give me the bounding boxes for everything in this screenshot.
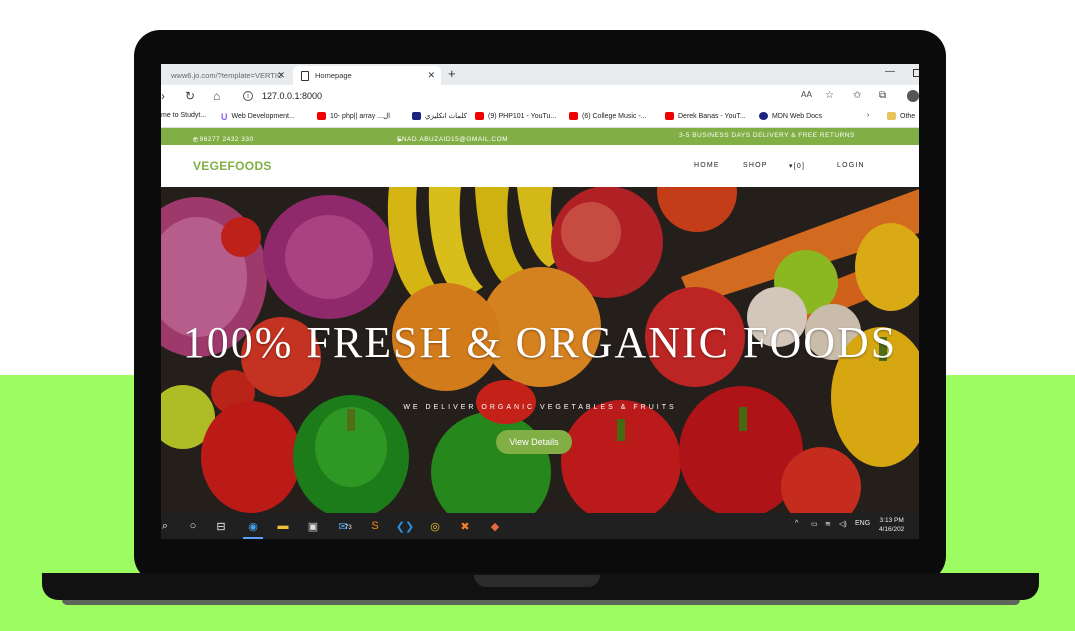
forward-icon[interactable]: › — [161, 89, 165, 103]
bookmark-label: Othe — [900, 112, 916, 120]
laptop-screen: www6.jo.com/?template=VERTIC ✕ Homepage … — [161, 64, 919, 539]
bookmark-item[interactable]: MDN Web Docs — [759, 112, 822, 120]
volume-icon: ◁) — [839, 521, 847, 528]
bookmark-label: Web Development... — [231, 112, 295, 120]
hero-subtitle: WE DELIVER ORGANIC VEGETABLES & FRUITS — [403, 404, 677, 411]
edge-icon[interactable]: ◉ — [245, 518, 261, 534]
reload-icon[interactable]: ↻ — [185, 89, 195, 103]
bookmark-label: كلمات انكليزي — [425, 113, 467, 120]
bookmark-label: me to Studyt... — [161, 112, 207, 119]
sublime-icon[interactable]: S — [367, 518, 383, 534]
youtube-icon — [665, 112, 674, 120]
laptop-notch — [474, 575, 600, 587]
nav-home[interactable]: HOME — [694, 162, 720, 169]
clock-date: 4/16/202 — [879, 526, 905, 533]
chevron-right-icon[interactable]: › — [867, 112, 869, 119]
minimize-icon[interactable]: — — [885, 66, 895, 77]
bookmark-label: 10- php|| array ...ال — [330, 113, 391, 120]
hero-title: 100% Fresh & Organic Foods — [182, 318, 898, 367]
bookmark-item[interactable]: كلمات انكليزي — [412, 112, 467, 120]
close-icon[interactable]: ✕ — [277, 70, 285, 81]
language-indicator[interactable]: ENG — [855, 520, 870, 527]
bookmark-label: Derek Banas - YouT... — [678, 112, 746, 120]
chevron-up-icon[interactable]: ^ — [795, 520, 798, 527]
clock-time: 3:13 PM — [879, 517, 904, 524]
cortana-icon[interactable]: ○ — [185, 518, 201, 534]
new-tab-button[interactable]: + — [448, 66, 456, 81]
phone-text: + 96277 2432 330 — [193, 136, 254, 143]
nav-shop[interactable]: SHOP — [743, 162, 768, 169]
store-icon[interactable]: ▣ — [305, 518, 321, 534]
vscode-icon[interactable]: ❮❯ — [396, 518, 414, 534]
chrome-icon[interactable]: ◎ — [427, 518, 443, 534]
battery-icon: ▭ — [811, 521, 818, 528]
browser-tab-bar: www6.jo.com/?template=VERTIC ✕ Homepage … — [161, 64, 919, 85]
active-app-indicator — [243, 537, 263, 539]
bookmark-item[interactable]: Derek Banas - YouT... — [665, 112, 746, 120]
email-text: ENAD.ABUZAID15@GMAIL.COM — [397, 136, 509, 143]
nav-cart[interactable]: ▾[0] — [789, 162, 805, 170]
hero-banner: 100% Fresh & Organic Foods WE DELIVER OR… — [161, 187, 919, 513]
system-clock[interactable]: 3:13 PM 4/16/202 — [879, 516, 904, 534]
task-view-icon[interactable]: ⊟ — [213, 518, 229, 534]
tab-label: Homepage — [315, 71, 352, 80]
wifi-icon: ≋ — [825, 521, 831, 528]
mdn-icon — [759, 112, 768, 120]
k-icon — [412, 112, 421, 120]
page-icon — [301, 70, 309, 81]
bookmark-label: (6) College Music -... — [582, 112, 647, 120]
folder-icon — [887, 112, 896, 120]
info-icon[interactable]: i — [243, 91, 253, 101]
home-icon[interactable]: ⌂ — [213, 89, 220, 103]
mail-badge: 73 — [345, 525, 352, 531]
delivery-note: 3-5 BUSINESS DAYS DELIVERY & FREE RETURN… — [679, 132, 855, 139]
bookmark-item[interactable]: U Web Development... — [221, 112, 295, 122]
search-icon[interactable]: ⌕ — [161, 518, 173, 534]
stage: www6.jo.com/?template=VERTIC ✕ Homepage … — [0, 0, 1075, 631]
address-bar: › ↻ ⌂ i 127.0.0.1:8000 ꓮꓮ ☆ ✩ ⧉ — [161, 85, 919, 108]
favorites-list-icon[interactable]: ✩ — [853, 90, 861, 101]
maximize-icon[interactable] — [913, 69, 919, 77]
profile-avatar[interactable] — [907, 90, 919, 102]
youtube-icon — [569, 112, 578, 120]
youtube-icon — [475, 112, 484, 120]
bookmark-item[interactable]: 10- php|| array ...ال — [317, 112, 390, 120]
bookmarks-bar: me to Studyt... U Web Development... 10- … — [161, 108, 919, 128]
windows-taskbar: ⌕ ○ ⊟ ◉ ▬ ▣ ✉ 73 S ❮❯ ◎ ✖ ◆ ^ ▭ ≋ ◁) ENG… — [161, 513, 919, 539]
bookmark-item[interactable]: (9) PHP101 - YouTu... — [475, 112, 556, 120]
close-icon[interactable]: ✕ — [427, 70, 435, 81]
favorite-icon[interactable]: ☆ — [825, 90, 834, 101]
file-explorer-icon[interactable]: ▬ — [275, 518, 291, 534]
xampp-icon[interactable]: ✖ — [457, 518, 473, 534]
bookmark-label: (9) PHP101 - YouTu... — [488, 112, 557, 120]
tab-inactive[interactable]: www6.jo.com/?template=VERTIC ✕ — [161, 66, 291, 85]
read-aloud-icon[interactable]: ꓮꓮ — [801, 90, 812, 99]
bookmark-label: MDN Web Docs — [772, 112, 823, 120]
youtube-icon — [317, 112, 326, 120]
bookmark-item[interactable]: (6) College Music -... — [569, 112, 647, 120]
site-topbar: ✆ + 96277 2432 330 ➤ ENAD.ABUZAID15@GMAI… — [161, 128, 919, 145]
bookmark-item[interactable]: me to Studyt... — [161, 112, 206, 119]
laptop-shadow — [62, 600, 1020, 605]
cart-count: [0] — [793, 163, 806, 170]
site-logo[interactable]: VEGEFOODS — [193, 159, 272, 173]
site-navbar: VEGEFOODS HOME SHOP ▾[0] LOGIN — [161, 145, 919, 187]
tab-label: www6.jo.com/?template=VERTIC — [171, 71, 283, 80]
udemy-icon: U — [221, 112, 228, 122]
url-input[interactable]: 127.0.0.1:8000 — [262, 91, 322, 101]
collections-icon[interactable]: ⧉ — [879, 90, 886, 101]
git-icon[interactable]: ◆ — [487, 518, 503, 534]
view-details-button[interactable]: View Details — [496, 430, 572, 454]
bookmark-item[interactable]: Othe — [887, 112, 915, 120]
nav-login[interactable]: LOGIN — [837, 162, 865, 169]
tab-active[interactable]: Homepage ✕ — [293, 66, 441, 85]
